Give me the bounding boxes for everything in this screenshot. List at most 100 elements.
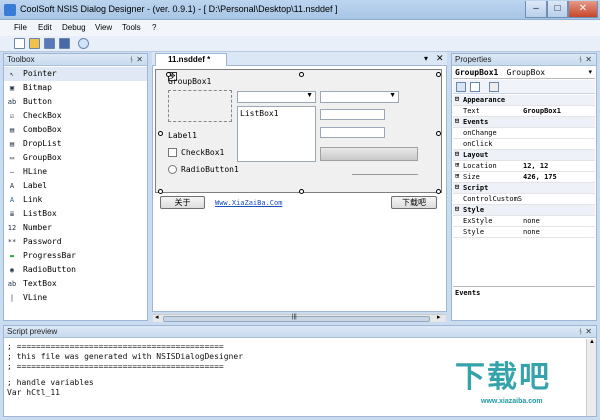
toolbox-item-groupbox[interactable]: ▭ GroupBox (4, 151, 147, 165)
prop-row-text[interactable]: Text GroupBox1 (453, 106, 595, 117)
toolbox-item-hline[interactable]: — HLine (4, 165, 147, 179)
toolbox-item-pointer[interactable]: ↖ Pointer (4, 67, 147, 81)
toolbox-item-listbox[interactable]: ≣ ListBox (4, 207, 147, 221)
toolbox-item-combobox[interactable]: ▤ ComboBox (4, 123, 147, 137)
horizontal-scrollbar[interactable]: ◂ ||| ▸ (153, 314, 446, 322)
collapse-icon[interactable]: ⊟ (455, 183, 459, 191)
events-description: Events (453, 286, 595, 320)
listbox-item[interactable]: ListBox1 (240, 109, 279, 118)
about-button[interactable]: 关于 (160, 196, 205, 209)
toolbox-item-password[interactable]: ** Password (4, 235, 147, 249)
collapse-icon[interactable]: ⊟ (455, 117, 459, 125)
prop-row-exstyle[interactable]: ExStyle none (453, 216, 595, 227)
close-icon[interactable]: ✕ (136, 55, 143, 64)
code-line[interactable]: ; ======================================… (7, 362, 224, 371)
toolbox-item-checkbox[interactable]: ☑ CheckBox (4, 109, 147, 123)
collapse-icon[interactable]: ⊟ (455, 95, 459, 103)
close-icon[interactable]: ✕ (585, 327, 592, 336)
prop-row-onchange[interactable]: onChange (453, 128, 595, 139)
menu-file[interactable]: File (14, 23, 27, 32)
label1[interactable]: Label1 (168, 131, 197, 140)
menu-tools[interactable]: Tools (122, 23, 141, 32)
prop-category-events[interactable]: ⊟ Events (453, 117, 595, 128)
download-button[interactable]: 下载吧 (391, 196, 437, 209)
dialog-canvas[interactable]: ✥ GroupBox1 Label1 CheckBox1 RadioButton… (155, 69, 442, 193)
open-folder-icon[interactable] (29, 38, 40, 49)
save-icon[interactable] (44, 38, 55, 49)
run-icon[interactable] (78, 38, 89, 49)
chevron-down-icon[interactable]: ▾ (424, 54, 428, 63)
prop-row-location[interactable]: ⊞ Location 12, 12 (453, 161, 595, 172)
resize-handle[interactable] (158, 189, 163, 194)
toolbox-item-button[interactable]: ab Button (4, 95, 147, 109)
close-tab-icon[interactable]: ✕ (436, 53, 444, 64)
resize-handle[interactable] (299, 189, 304, 194)
expand-icon[interactable]: ⊞ (455, 161, 459, 169)
scroll-right-icon[interactable]: ▸ (437, 313, 441, 321)
minimize-button[interactable]: – (525, 1, 547, 18)
combobox[interactable]: ▼ (237, 91, 316, 103)
code-line[interactable]: ; handle variables (7, 378, 94, 387)
code-line[interactable]: Var hCtl_11 (7, 388, 60, 397)
maximize-button[interactable]: □ (547, 1, 568, 18)
toolbox-item-label[interactable]: A Label (4, 179, 147, 193)
scroll-left-icon[interactable]: ◂ (155, 313, 159, 321)
new-file-icon[interactable] (14, 38, 25, 49)
pin-icon[interactable]: ᚾ (129, 55, 134, 64)
categorized-icon[interactable] (456, 82, 466, 92)
resize-handle[interactable] (436, 189, 441, 194)
property-pages-icon[interactable] (489, 82, 499, 92)
menu-help[interactable]: ? (152, 23, 156, 32)
droplist[interactable]: ▼ (320, 91, 399, 103)
code-line[interactable]: ; this file was generated with NSISDialo… (7, 352, 243, 361)
prop-category-appearance[interactable]: ⊟ Appearance (453, 95, 595, 106)
code-line[interactable]: ; ======================================… (7, 342, 224, 351)
resize-handle[interactable] (166, 72, 171, 77)
menu-debug[interactable]: Debug (62, 23, 86, 32)
checkbox-label[interactable]: CheckBox1 (181, 148, 224, 157)
prop-row-onclick[interactable]: onClick (453, 139, 595, 150)
prop-row-style[interactable]: Style none (453, 227, 595, 238)
toolbox-item-link[interactable]: A Link (4, 193, 147, 207)
resize-handle[interactable] (436, 131, 441, 136)
toolbox-item-textbox[interactable]: ab TextBox (4, 277, 147, 291)
checkbox[interactable] (168, 148, 177, 157)
expand-icon[interactable]: ⊞ (455, 172, 459, 180)
prop-category-layout[interactable]: ⊟ Layout (453, 150, 595, 161)
prop-row-size[interactable]: ⊞ Size 426, 175 (453, 172, 595, 183)
prop-row-controlcustom[interactable]: ControlCustomS (453, 194, 595, 205)
radio-label[interactable]: RadioButton1 (181, 165, 239, 174)
password-field[interactable] (320, 127, 385, 138)
toolbox-item-number[interactable]: 12 Number (4, 221, 147, 235)
prop-category-script[interactable]: ⊟ Script (453, 183, 595, 194)
sort-alpha-icon[interactable] (470, 82, 480, 92)
object-selector[interactable]: GroupBox1 GroupBox ▾ (453, 67, 595, 79)
close-icon[interactable]: ✕ (585, 55, 592, 64)
pin-icon[interactable]: ᚾ (578, 55, 583, 64)
collapse-icon[interactable]: ⊟ (455, 150, 459, 158)
bitmap-placeholder[interactable] (168, 90, 232, 122)
radio-button[interactable] (168, 165, 177, 174)
toolbox-item-bitmap[interactable]: ▣ Bitmap (4, 81, 147, 95)
listbox[interactable]: ListBox1 (237, 106, 316, 162)
menu-edit[interactable]: Edit (38, 23, 52, 32)
collapse-icon[interactable]: ⊟ (455, 205, 459, 213)
scroll-thumb[interactable]: ||| (163, 314, 430, 322)
menu-view[interactable]: View (95, 23, 112, 32)
resize-handle[interactable] (436, 72, 441, 77)
toolbox-item-vline[interactable]: | VLine (4, 291, 147, 305)
resize-handle[interactable] (299, 72, 304, 77)
textbox[interactable] (320, 109, 385, 120)
pin-icon[interactable]: ᚾ (578, 327, 583, 336)
tab-document[interactable]: 11.nsddef * (155, 53, 227, 66)
prop-category-style[interactable]: ⊟ Style (453, 205, 595, 216)
toolbox-item-droplist[interactable]: ▤ DropList (4, 137, 147, 151)
resize-handle[interactable] (158, 131, 163, 136)
link[interactable]: Www.XiaZaiBa.Com (215, 199, 282, 207)
groupbox-label[interactable]: GroupBox1 (168, 77, 211, 86)
close-button[interactable]: ✕ (568, 1, 598, 18)
toolbox-item-progressbar[interactable]: ▬ ProgressBar (4, 249, 147, 263)
toolbox-item-radiobutton[interactable]: ◉ RadioButton (4, 263, 147, 277)
scroll-up-icon[interactable]: ▲ (589, 339, 595, 345)
save-all-icon[interactable] (59, 38, 70, 49)
